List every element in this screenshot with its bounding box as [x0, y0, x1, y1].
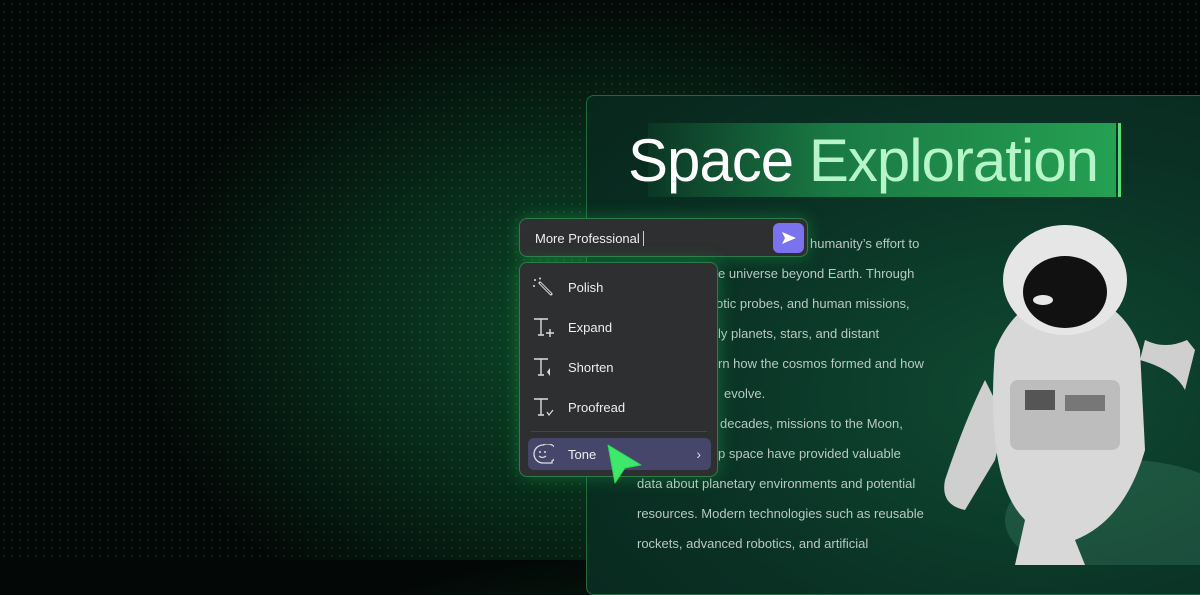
- body-line: e universe beyond Earth. Through: [718, 266, 915, 281]
- body-line: p space have provided valuable: [718, 446, 901, 461]
- smiley-chat-icon: [532, 444, 560, 464]
- menu-item-proofread[interactable]: Proofread: [528, 391, 711, 423]
- prompt-input[interactable]: More Professional: [519, 218, 808, 257]
- body-line: otic probes, and human missions,: [716, 296, 910, 311]
- chevron-right-icon: ›: [696, 446, 701, 462]
- mouse-cursor-icon: [607, 444, 642, 484]
- menu-item-label: Shorten: [568, 359, 614, 375]
- text-caret: [1118, 123, 1121, 197]
- text-shorten-icon: [532, 357, 560, 377]
- body-line: evolve.: [724, 386, 766, 401]
- input-cursor: [643, 231, 644, 246]
- body-line: ly planets, stars, and distant: [718, 326, 880, 341]
- body-line: humanity’s effort to: [810, 236, 920, 251]
- title-word: Space: [628, 127, 794, 194]
- title-selected-word: Exploration: [808, 127, 1099, 194]
- text-proofread-icon: [532, 397, 560, 417]
- prompt-input-value: More Professional: [535, 231, 640, 246]
- menu-item-label: Expand: [568, 319, 613, 335]
- menu-item-label: Polish: [568, 279, 604, 295]
- body-line: decades, missions to the Moon,: [720, 416, 903, 431]
- body-line: rockets, advanced robotics, and artifici…: [637, 536, 869, 551]
- menu-item-expand[interactable]: Expand: [528, 311, 711, 343]
- body-line: rn how the cosmos formed and how: [718, 356, 924, 371]
- body-line: resources. Modern technologies such as r…: [637, 506, 924, 521]
- menu-item-label: Proofread: [568, 399, 626, 415]
- menu-item-label: Tone: [568, 446, 597, 462]
- document-title[interactable]: Space Exploration: [628, 126, 1099, 195]
- body-line: data about planetary environments and po…: [637, 476, 916, 491]
- astronaut-image: [944, 225, 1200, 565]
- magic-wand-icon: [532, 277, 560, 297]
- menu-item-shorten[interactable]: Shorten: [528, 351, 711, 383]
- send-button[interactable]: [773, 223, 804, 253]
- send-icon: [781, 232, 796, 244]
- menu-divider: [531, 431, 707, 432]
- text-expand-icon: [532, 317, 560, 337]
- menu-item-polish[interactable]: Polish: [528, 271, 711, 303]
